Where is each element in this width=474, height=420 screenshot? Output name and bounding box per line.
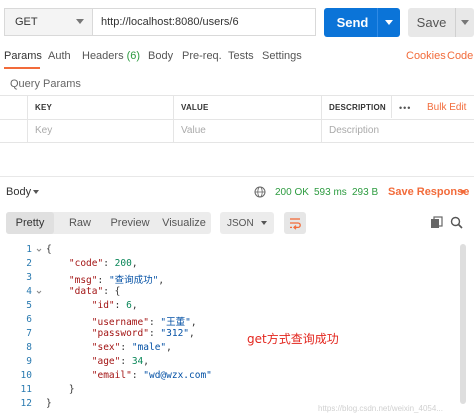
column-header-value: VALUE bbox=[181, 103, 209, 112]
line-number: 8 bbox=[26, 342, 32, 353]
column-divider bbox=[391, 95, 392, 118]
chevron-down-icon bbox=[261, 221, 267, 225]
status-code: 200 OK bbox=[275, 187, 309, 198]
column-header-description: DESCRIPTION bbox=[329, 103, 386, 112]
cookies-link[interactable]: Cookies bbox=[406, 50, 446, 62]
tab-settings[interactable]: Settings bbox=[262, 50, 302, 62]
line-number: 2 bbox=[26, 258, 32, 269]
column-header-key: KEY bbox=[35, 103, 53, 112]
view-mode-group: Pretty Raw Preview Visualize bbox=[6, 212, 211, 234]
column-divider bbox=[321, 95, 322, 142]
view-preview[interactable]: Preview bbox=[102, 212, 158, 234]
line-number: 12 bbox=[20, 398, 32, 409]
code-line: "msg": "查询成功", bbox=[68, 275, 165, 286]
line-number: 9 bbox=[26, 356, 32, 367]
line-number: 1 bbox=[26, 244, 32, 255]
view-visualize[interactable]: Visualize bbox=[156, 212, 212, 234]
wrap-lines-button[interactable] bbox=[284, 212, 306, 234]
url-input[interactable]: http://localhost:8080/users/6 bbox=[92, 8, 316, 36]
wrap-icon bbox=[290, 218, 301, 230]
send-label: Send bbox=[336, 15, 369, 30]
tab-tests[interactable]: Tests bbox=[228, 50, 254, 62]
tab-auth[interactable]: Auth bbox=[48, 50, 71, 62]
tab-prereq[interactable]: Pre-req. bbox=[182, 50, 222, 62]
watermark: https://blog.csdn.net/weixin_4054... bbox=[318, 404, 443, 413]
chevron-down-icon bbox=[76, 19, 84, 24]
fold-arrow-icon bbox=[36, 248, 42, 252]
chevron-down-icon bbox=[460, 190, 466, 194]
line-number: 4 bbox=[26, 286, 32, 297]
key-placeholder: Key bbox=[35, 125, 53, 136]
table-row: Key Value Description bbox=[0, 119, 474, 143]
save-dropdown-icon[interactable] bbox=[455, 8, 474, 37]
code-line: "age": 34, bbox=[91, 356, 150, 367]
method-select[interactable]: GET bbox=[4, 8, 92, 36]
query-params-table: KEY VALUE DESCRIPTION ••• Bulk Edit Key … bbox=[0, 95, 474, 143]
response-time: 593 ms bbox=[314, 187, 347, 198]
format-value: JSON bbox=[227, 217, 254, 229]
method-value: GET bbox=[15, 16, 38, 28]
save-response-button[interactable]: Save Response bbox=[388, 186, 469, 198]
annotation-text: get方式查询成功 bbox=[247, 332, 339, 346]
view-pretty[interactable]: Pretty bbox=[6, 212, 54, 234]
save-label: Save bbox=[416, 15, 447, 30]
send-dropdown-icon[interactable] bbox=[378, 8, 400, 37]
key-input[interactable]: Key bbox=[28, 119, 174, 142]
code-line: "email": "wd@wzx.com" bbox=[91, 370, 212, 381]
tab-body[interactable]: Body bbox=[148, 50, 173, 62]
code-line: "data": { bbox=[68, 286, 121, 297]
more-options-icon[interactable]: ••• bbox=[399, 103, 411, 113]
line-number: 5 bbox=[26, 300, 32, 311]
url-value: http://localhost:8080/users/6 bbox=[101, 16, 239, 28]
view-raw[interactable]: Raw bbox=[56, 212, 104, 234]
headers-count-badge: (6) bbox=[126, 50, 141, 62]
bulk-edit-link[interactable]: Bulk Edit bbox=[427, 102, 466, 113]
line-number: 6 bbox=[26, 314, 32, 325]
value-input[interactable]: Value bbox=[174, 119, 322, 142]
chevron-down-icon bbox=[33, 190, 39, 194]
response-body-dropdown[interactable]: Body bbox=[6, 186, 31, 198]
description-placeholder: Description bbox=[329, 125, 380, 136]
table-header-row: KEY VALUE DESCRIPTION ••• Bulk Edit bbox=[0, 95, 474, 120]
tab-headers[interactable]: Headers (6) bbox=[82, 50, 140, 62]
fold-gutter bbox=[36, 248, 42, 294]
format-select[interactable]: JSON bbox=[220, 212, 274, 234]
code-line: "username": "王董", bbox=[91, 317, 197, 328]
tab-headers-label: Headers bbox=[82, 50, 124, 62]
code-link[interactable]: Code bbox=[447, 50, 473, 62]
value-placeholder: Value bbox=[181, 125, 206, 136]
request-tabs: Params Auth Headers (6) Body Pre-req. Te… bbox=[0, 50, 474, 70]
save-button[interactable]: Save bbox=[408, 8, 474, 37]
vertical-scrollbar[interactable] bbox=[460, 244, 466, 404]
query-params-title: Query Params bbox=[10, 78, 81, 90]
code-line: "id": 6, bbox=[91, 300, 138, 311]
code-line: { bbox=[46, 244, 52, 255]
response-divider bbox=[0, 176, 474, 177]
line-number: 3 bbox=[26, 272, 32, 283]
column-divider bbox=[173, 95, 174, 142]
response-body-viewer[interactable]: 1 2 3 4 5 6 7 8 9 10 11 12 { "code": 200… bbox=[0, 240, 474, 410]
copy-icon[interactable] bbox=[430, 216, 443, 229]
column-divider bbox=[27, 95, 28, 142]
code-line: } bbox=[46, 398, 52, 409]
code-line: "password": "312", bbox=[91, 328, 195, 339]
globe-icon[interactable] bbox=[254, 186, 266, 198]
code-line: "sex": "male", bbox=[91, 342, 172, 353]
code-line: "code": 200, bbox=[68, 258, 138, 269]
response-size: 293 B bbox=[352, 187, 379, 198]
fold-arrow-icon bbox=[36, 290, 42, 294]
tab-params[interactable]: Params bbox=[4, 50, 42, 62]
line-number: 10 bbox=[20, 370, 32, 381]
line-number: 7 bbox=[26, 328, 32, 339]
active-tab-indicator bbox=[4, 67, 40, 69]
line-number: 11 bbox=[20, 384, 32, 395]
send-button[interactable]: Send bbox=[324, 8, 400, 37]
description-input[interactable]: Description bbox=[322, 119, 472, 142]
search-icon[interactable] bbox=[450, 216, 463, 229]
code-line: } bbox=[46, 384, 75, 395]
